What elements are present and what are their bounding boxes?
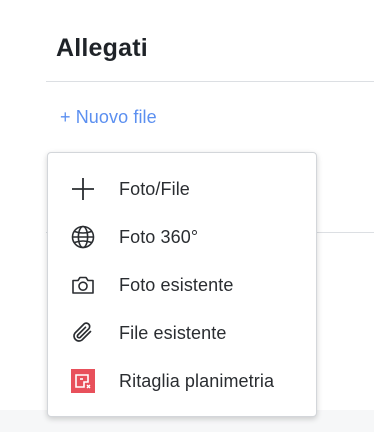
title-divider: [46, 81, 374, 82]
menu-item-label: Foto 360°: [119, 227, 199, 247]
menu-item-label: File esistente: [119, 323, 227, 343]
menu-item-label: Foto/File: [119, 179, 190, 199]
menu-item-photo-file[interactable]: Foto/File: [48, 165, 316, 213]
menu-item-existing-file[interactable]: File esistente: [48, 309, 316, 357]
menu-item-crop-floorplan[interactable]: Ritaglia planimetria: [48, 357, 316, 405]
menu-item-existing-photo[interactable]: Foto esistente: [48, 261, 316, 309]
menu-item-label: Ritaglia planimetria: [119, 371, 275, 391]
globe-icon: [70, 224, 96, 250]
paperclip-icon: [70, 320, 96, 346]
crop-floorplan-icon: [70, 368, 96, 394]
section-title: Allegati: [56, 34, 148, 62]
new-file-dropdown-menu: Foto/File Foto 360° Foto esistente File …: [47, 152, 317, 417]
new-file-link[interactable]: + Nuovo file: [60, 104, 157, 130]
menu-item-label: Foto esistente: [119, 275, 234, 295]
plus-icon: [70, 176, 96, 202]
camera-icon: [70, 272, 96, 298]
menu-item-photo-360[interactable]: Foto 360°: [48, 213, 316, 261]
